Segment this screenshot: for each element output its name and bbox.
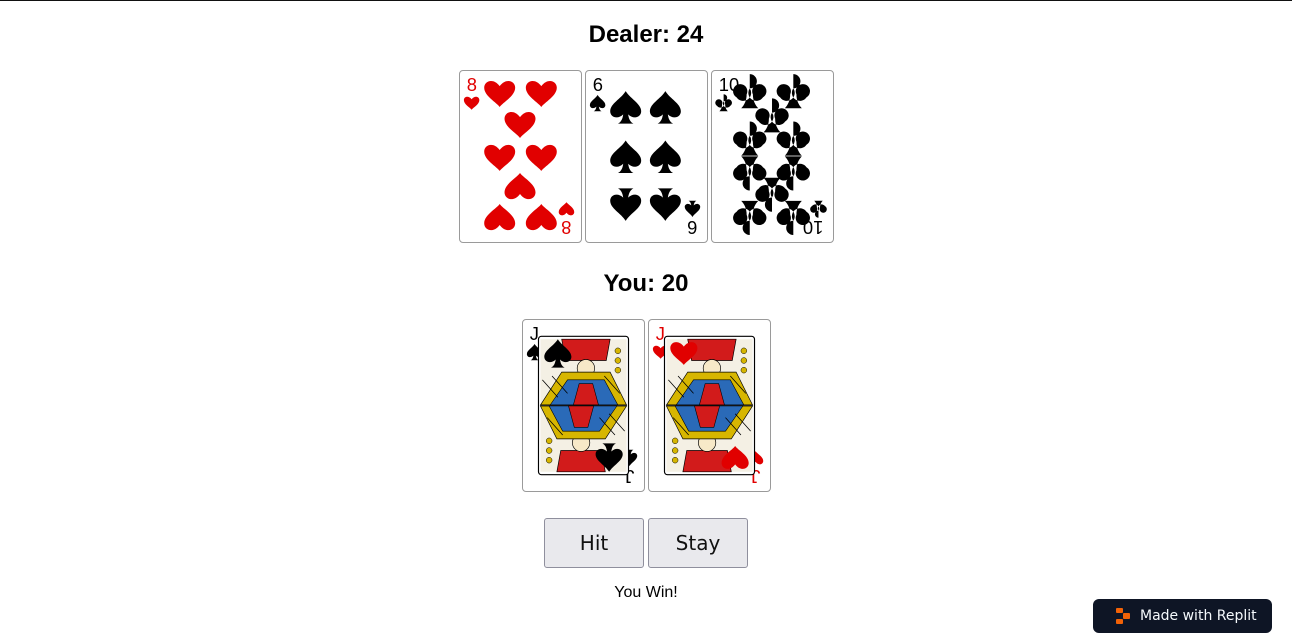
club-icon [776,156,810,191]
heart-icon [525,80,557,108]
card-face: 66 [589,74,700,238]
made-with-replit-badge[interactable]: Made with Replit [1093,599,1272,633]
heart-icon [558,202,574,216]
card-rank-bottom: 8 [561,217,571,238]
spade-icon [609,140,641,174]
dealer-score-heading: Dealer: 24 [588,21,704,48]
card-face: JJ [526,323,637,487]
dealer-card-3: 10 10 [710,70,834,243]
spade-icon [649,91,681,124]
spade-icon [684,200,700,217]
player-score-heading: You: 20 [603,270,689,297]
club-icon [732,200,766,236]
player-card-2: JJ [647,319,771,492]
heart-icon [504,173,536,200]
card-face: JJ [652,323,763,487]
card-rank-top: J [529,323,538,344]
spade-icon [649,140,681,174]
heart-icon [463,96,479,110]
action-buttons: Hit Stay [0,518,1292,568]
club-icon [754,98,789,133]
spade-icon [609,91,641,124]
club-icon [732,121,766,156]
dealer-card-2: 66 [584,70,708,243]
heart-icon [525,204,557,231]
hit-button[interactable]: Hit [544,518,644,568]
player-hand: JJ JJ [0,319,1292,492]
card-rank-top: J [655,323,664,344]
club-icon [776,121,810,156]
heart-icon [483,204,515,231]
heart-icon [483,80,515,108]
replit-logo-icon [1116,608,1130,624]
club-icon [754,177,789,212]
player-card-1: JJ [521,319,645,492]
card-face: 88 [463,74,574,238]
window-top-border [0,0,1292,1]
card-rank-top: 6 [592,74,602,95]
dealer-hand: 88 66 10 10 [0,70,1292,243]
heart-icon [525,144,557,171]
club-icon [776,74,810,109]
club-icon [809,200,827,218]
dealer-card-1: 88 [458,70,582,243]
club-icon [714,94,732,112]
heart-icon [504,111,536,139]
stay-button[interactable]: Stay [648,518,748,568]
spade-icon [609,188,641,221]
badge-label: Made with Replit [1140,608,1257,624]
heart-icon [483,144,515,171]
card-rank-top: 8 [466,74,476,95]
spade-icon [589,95,605,112]
card-face: 1010 [714,74,827,238]
card-rank-bottom: 6 [687,217,697,238]
spade-icon [649,188,681,221]
club-icon [732,156,766,191]
